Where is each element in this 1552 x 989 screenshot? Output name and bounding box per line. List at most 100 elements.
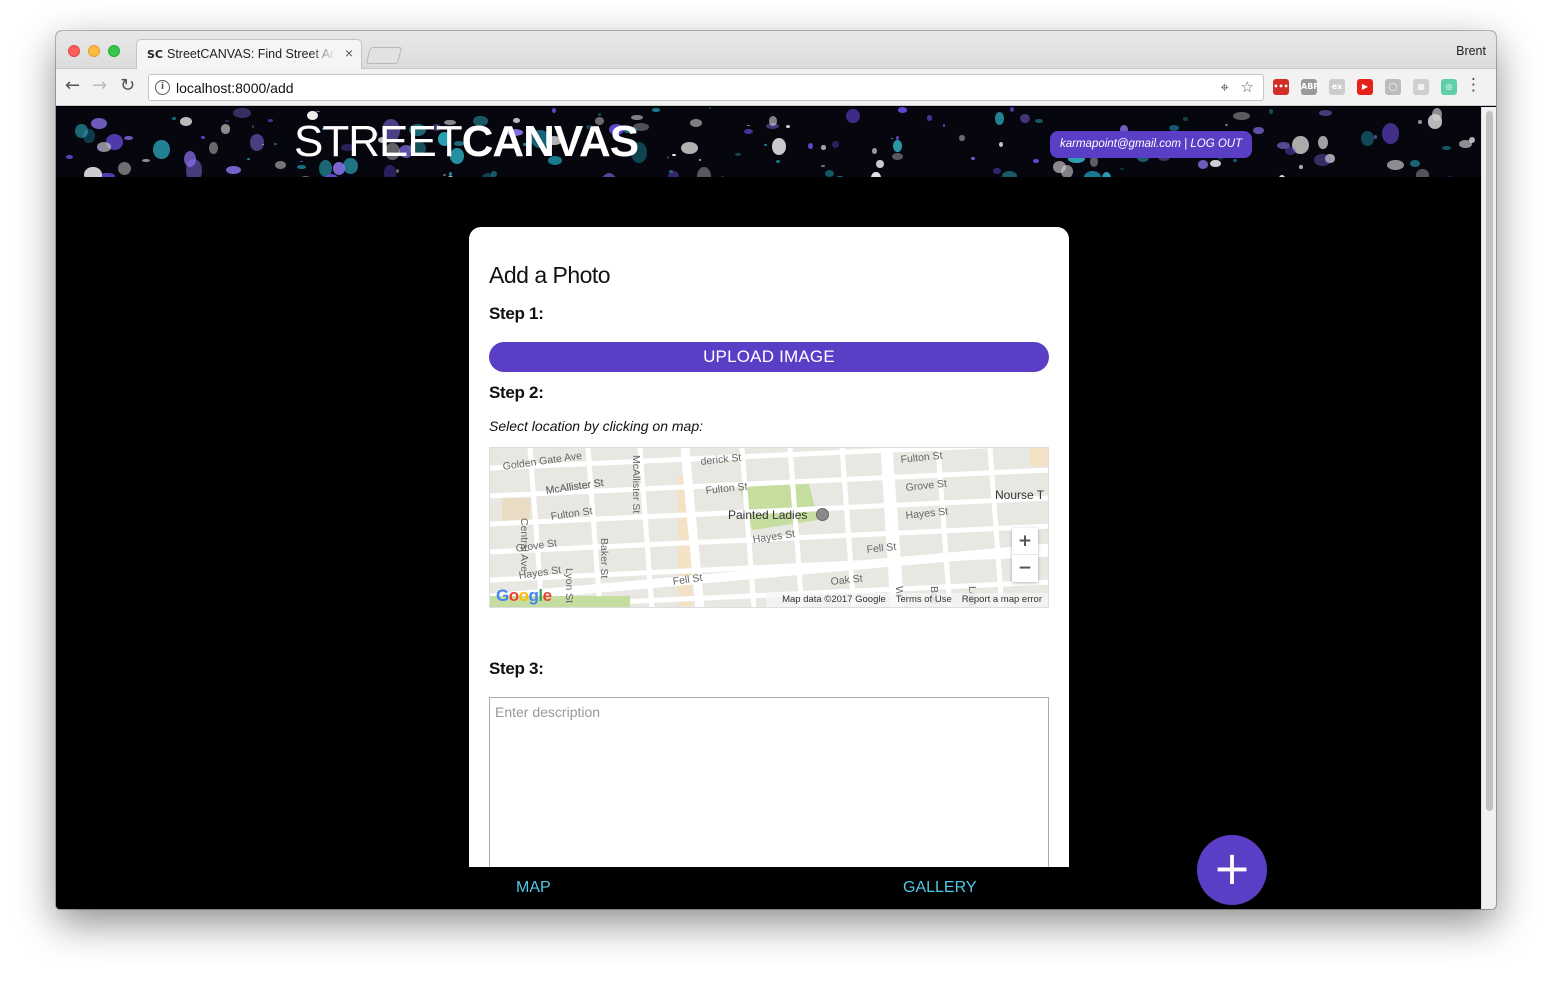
paint-splat [1210, 159, 1222, 168]
paint-splat [893, 139, 903, 152]
logout-link[interactable]: LOG OUT [1190, 138, 1242, 150]
adblock-extension-icon[interactable]: ABP [1301, 79, 1319, 95]
paint-splat [224, 120, 229, 123]
new-tab-button[interactable] [365, 47, 403, 64]
upload-image-button[interactable]: UPLOAD IMAGE [489, 342, 1049, 372]
address-bar[interactable]: i localhost:8000/add ⌖ ☆ [148, 74, 1264, 101]
close-window-button[interactable] [68, 45, 80, 57]
page-scrollbar[interactable] [1481, 107, 1496, 909]
paint-splat [746, 124, 751, 127]
paint-splat [891, 153, 903, 161]
paint-splat [1052, 160, 1067, 174]
paint-splat [970, 156, 975, 160]
paint-splat [744, 128, 754, 134]
tab-close-icon[interactable]: × [345, 45, 353, 61]
map-street-label: Baker St [598, 538, 610, 579]
zoom-out-button[interactable]: − [1012, 555, 1038, 582]
map-nav-link[interactable]: MAP [516, 879, 551, 897]
paint-splat [443, 174, 446, 176]
info-icon[interactable]: i [155, 80, 170, 95]
paint-splat [871, 172, 881, 177]
painted-ladies-label[interactable]: Painted Ladies [728, 508, 807, 522]
paint-splat [943, 124, 946, 128]
description-textarea[interactable] [489, 697, 1049, 867]
circle-extension-icon[interactable]: ◯ [1385, 79, 1401, 95]
zoom-in-button[interactable]: + [1012, 528, 1038, 555]
map-attribution: Map data ©2017 Google Terms of Use Report … [766, 593, 1048, 607]
location-map[interactable]: Golden Gate Ave McAllister St derick St McA… [489, 447, 1049, 608]
add-photo-fab[interactable]: + [1197, 835, 1267, 905]
paint-splat [66, 154, 73, 159]
back-arrow-icon[interactable]: ← [65, 75, 80, 96]
site-logo[interactable]: STREETCANVAS [294, 117, 639, 167]
step-3-label: Step 3: [489, 659, 544, 678]
map-street-label: Nourse T [995, 488, 1045, 502]
paint-splat [1198, 160, 1209, 169]
plus-icon: + [1212, 841, 1252, 895]
paint-splat [600, 173, 617, 177]
browser-menu-icon[interactable]: ⋮ [1465, 75, 1482, 95]
paint-splat [84, 166, 102, 177]
url-text[interactable]: localhost:8000/add [176, 80, 294, 96]
maximize-window-button[interactable] [108, 45, 120, 57]
landmark-pin-icon[interactable] [816, 508, 829, 521]
scrollbar-thumb[interactable] [1486, 111, 1493, 811]
paint-splat [1448, 175, 1452, 177]
terms-of-use-link[interactable]: Terms of Use [896, 594, 952, 605]
google-logo-letter: o [508, 586, 519, 605]
location-target-icon[interactable]: ⌖ [1221, 78, 1229, 96]
paint-splat [1299, 164, 1303, 170]
lastpass-extension-icon[interactable]: ••• [1273, 79, 1289, 95]
forward-arrow-icon[interactable]: → [92, 75, 107, 96]
report-map-error-link[interactable]: Report a map error [962, 594, 1042, 605]
paint-splat [1009, 107, 1014, 113]
browser-toolbar: ← → ↻ i localhost:8000/add ⌖ ☆ ••• ABP ex ▶… [56, 69, 1496, 106]
paint-splat [1232, 111, 1251, 121]
map-hint: Select location by clicking on map: [489, 418, 703, 434]
profile-name[interactable]: Brent [1456, 44, 1486, 58]
paint-splat [274, 142, 278, 145]
google-logo-letter: G [496, 586, 509, 605]
browser-tab[interactable]: SC StreetCANVAS: Find Street Art × [136, 39, 362, 70]
page-title: Add a Photo [489, 262, 611, 288]
reload-icon[interactable]: ↻ [120, 75, 135, 96]
paint-splat [999, 141, 1004, 147]
paint-splat [785, 125, 791, 129]
paint-splat [1382, 123, 1400, 144]
paint-splat [153, 139, 170, 160]
paint-splat [1252, 127, 1264, 134]
paint-splat [994, 112, 1005, 125]
google-logo[interactable]: Google [496, 586, 552, 606]
minimize-window-button[interactable] [88, 45, 100, 57]
paint-splat [1442, 145, 1452, 151]
paint-splat [226, 166, 241, 175]
paint-splat [1279, 174, 1286, 177]
page-viewport: STREETCANVAS karmapoint@gmail.com | LOG … [56, 107, 1496, 909]
paint-splat [763, 144, 767, 147]
add-photo-card: Add a Photo Step 1: UPLOAD IMAGE Step 2:… [469, 227, 1069, 867]
map-data-credit: Map data ©2017 Google [782, 594, 886, 605]
user-separator: | [1180, 138, 1191, 150]
paint-splat [1233, 159, 1238, 163]
video-extension-icon[interactable]: ▶ [1357, 79, 1373, 95]
paint-splat [90, 117, 108, 129]
map-street-label: McAllister St [630, 455, 642, 514]
paint-splat [958, 134, 965, 142]
ex-extension-icon[interactable]: ex [1329, 79, 1345, 95]
gallery-nav-link[interactable]: GALLERY [903, 879, 977, 897]
paint-splat [1427, 114, 1443, 129]
paint-splat [1083, 170, 1102, 177]
grid-extension-icon[interactable]: ▦ [1413, 79, 1429, 95]
paint-splat [1002, 171, 1017, 177]
favicon-icon: SC [147, 48, 163, 61]
paint-splat [821, 165, 825, 167]
paint-splat [652, 107, 661, 112]
paint-splat [180, 116, 192, 127]
paint-splat [481, 173, 494, 177]
paint-splat [872, 148, 878, 154]
paint-splat [846, 108, 861, 124]
bookmark-star-icon[interactable]: ☆ [1241, 78, 1254, 96]
ring-extension-icon[interactable]: ◎ [1441, 79, 1457, 95]
paint-splat [680, 141, 698, 155]
paint-splat [1387, 160, 1404, 171]
